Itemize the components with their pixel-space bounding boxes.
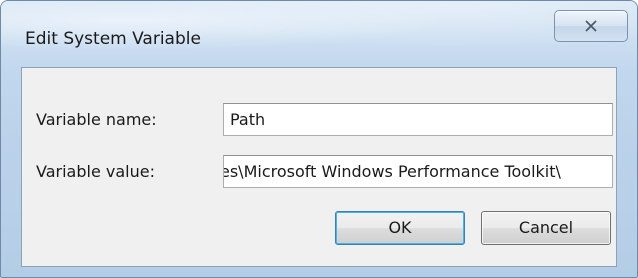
variable-value-field[interactable]: es\Microsoft Windows Performance Toolkit…	[223, 155, 613, 188]
edit-system-variable-dialog: Edit System Variable Variable name: Path…	[0, 0, 638, 278]
variable-value-value: es\Microsoft Windows Performance Toolkit…	[223, 162, 561, 181]
close-icon	[585, 20, 597, 32]
variable-value-label: Variable value:	[36, 162, 155, 181]
variable-name-label: Variable name:	[36, 110, 157, 129]
title-bar[interactable]: Edit System Variable	[1, 1, 637, 67]
close-button[interactable]	[554, 10, 628, 42]
dialog-title: Edit System Variable	[25, 29, 201, 49]
cancel-button[interactable]: Cancel	[481, 211, 611, 245]
variable-name-field[interactable]: Path	[223, 103, 613, 136]
dialog-content: Variable name: Path Variable value: es\M…	[21, 67, 617, 267]
variable-name-value: Path	[230, 110, 266, 129]
ok-button[interactable]: OK	[335, 211, 465, 245]
